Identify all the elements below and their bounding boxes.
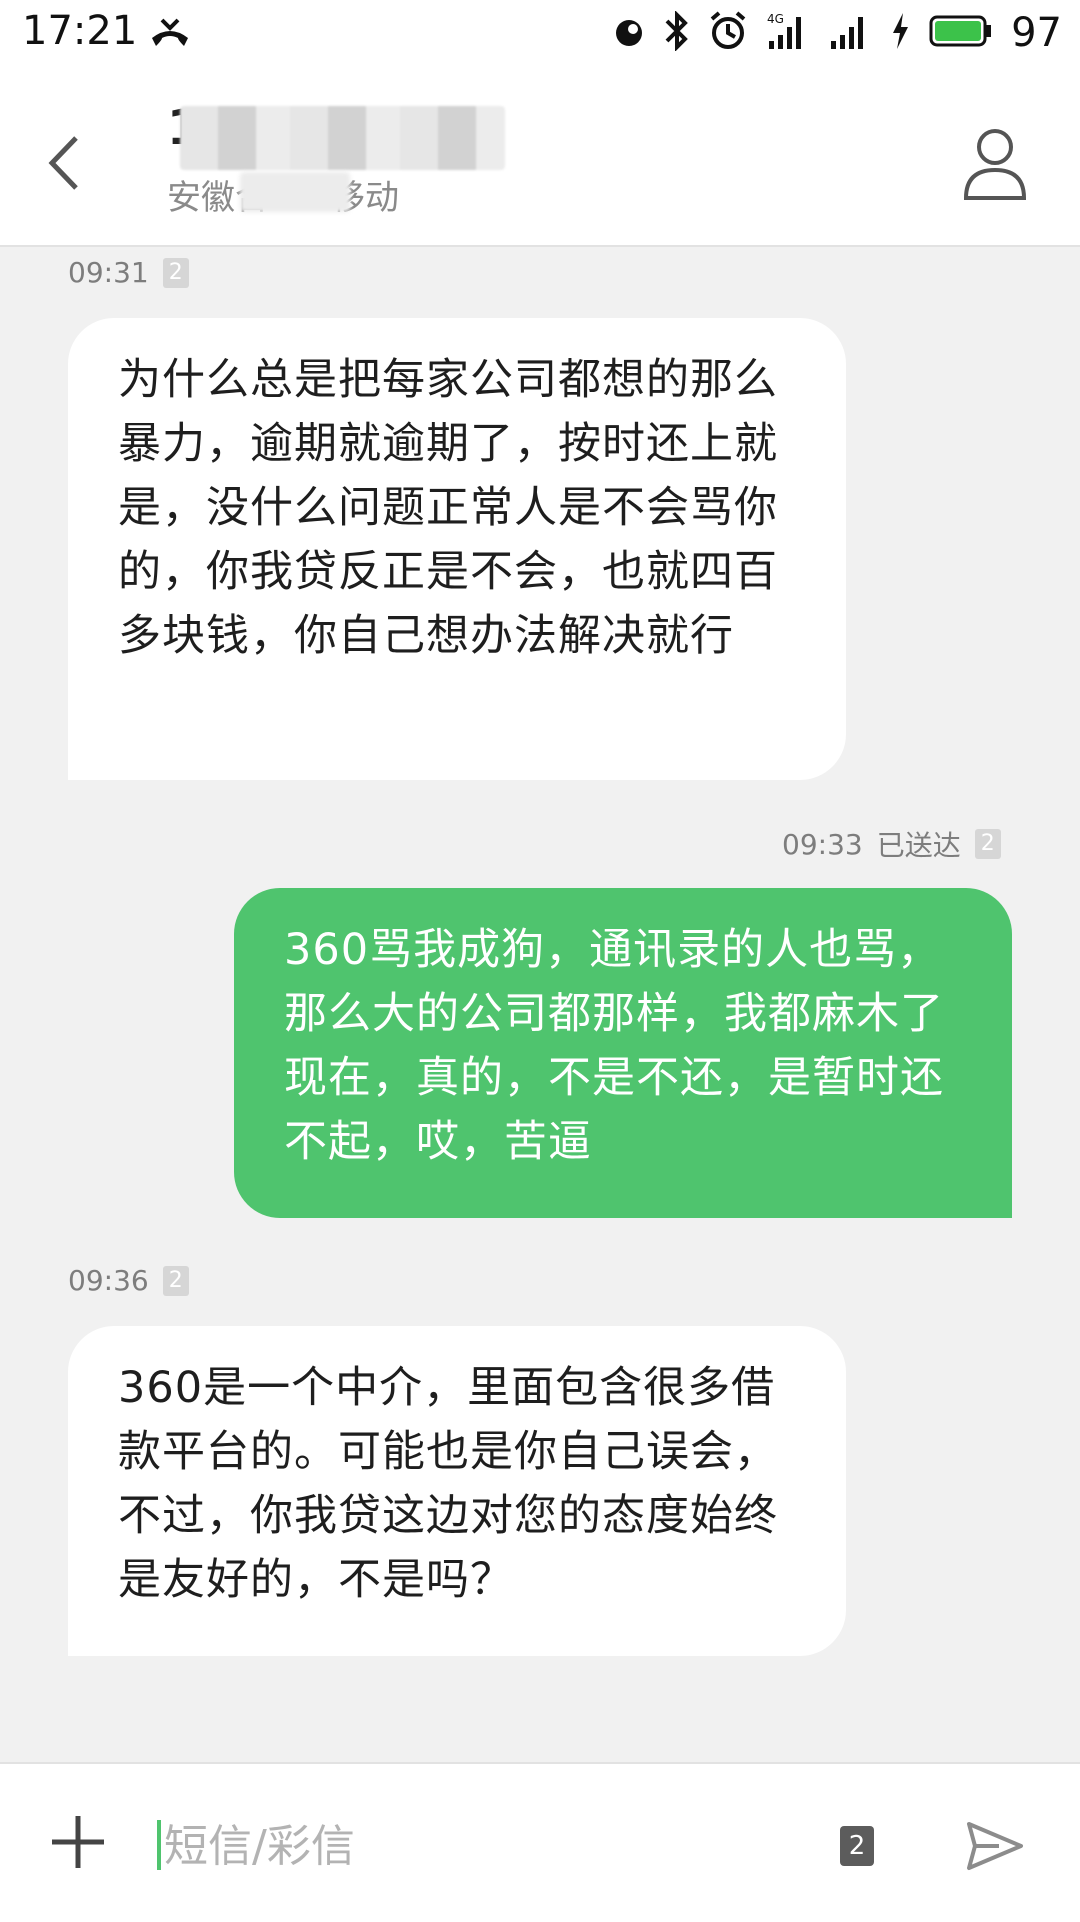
hd-call-icon	[613, 13, 645, 53]
outgoing-message-bubble[interactable]: 360骂我成狗，通讯录的人也骂，那么大的公司都那样，我都麻木了现在，真的，不是不…	[234, 888, 1012, 1218]
status-bar: 17:21 4G 97	[0, 0, 1080, 70]
sim-badge: 2	[162, 1265, 189, 1296]
message-text: 360骂我成狗，通讯录的人也骂，那么大的公司都那样，我都麻木了现在，真的，不是不…	[284, 925, 944, 1167]
delivery-status: 已送达	[876, 829, 961, 862]
battery-icon	[929, 13, 993, 53]
message-meta: 09:36 2	[68, 1264, 189, 1297]
svg-text:4G: 4G	[767, 12, 784, 26]
add-attachment-button[interactable]	[48, 1812, 108, 1872]
person-icon	[963, 129, 1027, 200]
message-input[interactable]	[162, 1810, 806, 1882]
status-icons: 4G 97	[613, 10, 1062, 56]
message-time: 09:36	[68, 1264, 149, 1297]
sim-badge: 2	[162, 257, 189, 288]
back-arrow-icon	[48, 136, 78, 190]
conversation-header: 1 安徽合移动	[0, 70, 1080, 247]
message-text: 360是一个中介，里面包含很多借款平台的。可能也是你自己误会，不过，你我贷这边对…	[118, 1363, 778, 1605]
send-icon	[967, 1822, 1023, 1870]
message-meta: 09:31 2	[68, 256, 189, 289]
incoming-message-bubble[interactable]: 360是一个中介，里面包含很多借款平台的。可能也是你自己误会，不过，你我贷这边对…	[68, 1326, 846, 1656]
back-button[interactable]	[40, 128, 90, 198]
message-time: 09:31	[68, 256, 149, 289]
sim-selector-button[interactable]: 2	[840, 1826, 874, 1866]
message-text: 为什么总是把每家公司都想的那么暴力，逾期就逾期了，按时还上就是，没什么问题正常人…	[118, 355, 778, 661]
message-composer: 2	[0, 1762, 1080, 1922]
signal-icon	[827, 11, 871, 55]
incoming-message-bubble[interactable]: 为什么总是把每家公司都想的那么暴力，逾期就逾期了，按时还上就是，没什么问题正常人…	[68, 318, 846, 780]
alarm-icon	[709, 11, 747, 55]
message-meta: 09:33 已送达 2	[782, 824, 1001, 864]
signal-4g-icon: 4G	[765, 11, 809, 55]
plus-icon	[52, 1816, 104, 1868]
text-cursor	[157, 1820, 161, 1870]
bluetooth-icon	[663, 10, 691, 55]
message-time: 09:33	[782, 827, 863, 861]
battery-level: 97	[1011, 10, 1062, 56]
charging-icon	[889, 11, 911, 55]
send-button[interactable]	[965, 1816, 1025, 1876]
missed-call-icon	[148, 16, 192, 56]
sim-badge: 2	[974, 829, 1001, 859]
redacted-location	[240, 172, 350, 212]
status-time: 17:21	[22, 8, 138, 54]
contact-details-button[interactable]	[960, 122, 1030, 202]
redacted-phone-number	[180, 106, 505, 170]
